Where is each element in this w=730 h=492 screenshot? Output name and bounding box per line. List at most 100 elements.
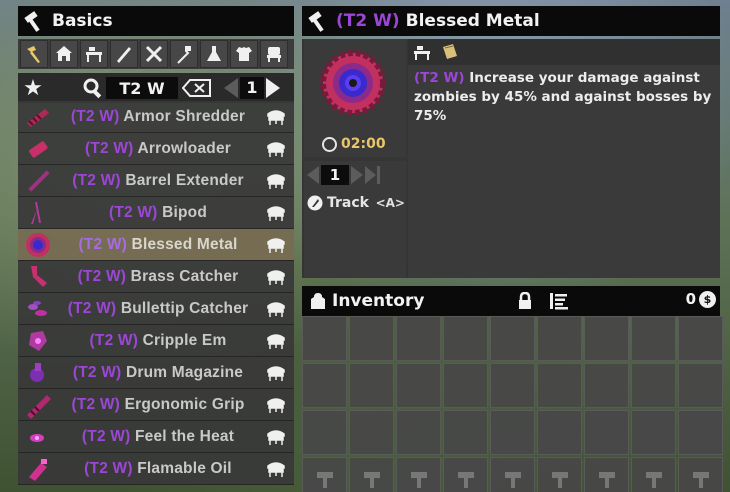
- qty-increase-button[interactable]: [351, 166, 363, 184]
- inventory-slot[interactable]: [584, 363, 629, 408]
- recipe-tier: (T2 W): [72, 363, 122, 381]
- recipe-row[interactable]: (T2 W) Drum Magazine: [18, 357, 294, 389]
- hammer-icon: [24, 11, 40, 32]
- category-science-button[interactable]: [200, 40, 228, 68]
- favorites-star-icon[interactable]: ★: [18, 76, 48, 101]
- recipe-row[interactable]: (T2 W) Bipod: [18, 197, 294, 229]
- qty-value[interactable]: 1: [321, 165, 349, 185]
- locked-slot-icon: [457, 471, 474, 488]
- inventory-slot[interactable]: [678, 316, 723, 361]
- inventory-slot[interactable]: [396, 316, 441, 361]
- locked-slot[interactable]: [302, 457, 347, 492]
- inventory-slot[interactable]: [678, 363, 723, 408]
- locked-slot[interactable]: [537, 457, 582, 492]
- inventory-slot[interactable]: [349, 316, 394, 361]
- inventory-slot[interactable]: [537, 363, 582, 408]
- recipe-tier: (T2 W): [109, 203, 158, 221]
- item-description: (T2 W) Increase your damage against zomb…: [408, 65, 720, 130]
- book-icon[interactable]: [440, 42, 460, 62]
- recipe-row[interactable]: (T2 W) Cripple Em: [18, 325, 294, 357]
- inventory-slot[interactable]: [584, 316, 629, 361]
- category-weapons-button[interactable]: [110, 40, 138, 68]
- category-food-button[interactable]: [170, 40, 198, 68]
- workbench-icon: [258, 428, 294, 446]
- recipe-name: (T2 W) Arrowloader: [58, 140, 258, 158]
- track-label: Track: [327, 195, 369, 211]
- recipe-row[interactable]: (T2 W) Arrowloader: [18, 133, 294, 165]
- workbench-icon[interactable]: [412, 42, 432, 62]
- recipe-list: (T2 W) Armor Shredder (T2 W) Arrowloader(…: [18, 101, 294, 485]
- locked-slot[interactable]: [584, 457, 629, 492]
- inventory-slot[interactable]: [490, 410, 535, 455]
- category-decor-button[interactable]: [260, 40, 288, 68]
- category-bar: [18, 39, 294, 69]
- recipe-tier: (T2 W): [67, 299, 117, 317]
- category-workstation-button[interactable]: [80, 40, 108, 68]
- inventory-slot[interactable]: [302, 410, 347, 455]
- recipe-name: (T2 W) Ergonomic Grip: [58, 396, 258, 414]
- recipe-row[interactable]: (T2 W) Brass Catcher: [18, 261, 294, 293]
- inventory-slot[interactable]: [537, 410, 582, 455]
- recipe-label: Brass Catcher: [130, 267, 239, 285]
- clear-search-icon[interactable]: [182, 78, 212, 98]
- qty-decrease-button[interactable]: [307, 166, 319, 184]
- locked-slot[interactable]: [631, 457, 676, 492]
- inventory-slot[interactable]: [302, 363, 347, 408]
- inventory-slot[interactable]: [631, 316, 676, 361]
- recipe-label: Feel the Heat: [135, 427, 235, 445]
- recipe-row[interactable]: (T2 W) Feel the Heat: [18, 421, 294, 453]
- locked-slot[interactable]: [396, 457, 441, 492]
- recipe-row[interactable]: (T2 W) Ergonomic Grip: [18, 389, 294, 421]
- inventory-slot[interactable]: [443, 316, 488, 361]
- inventory-title-bar: Inventory 0 $: [302, 286, 720, 316]
- inventory-slot[interactable]: [537, 316, 582, 361]
- inventory-slot[interactable]: [443, 363, 488, 408]
- inventory-slot[interactable]: [678, 410, 723, 455]
- locked-slot[interactable]: [443, 457, 488, 492]
- category-building-button[interactable]: [50, 40, 78, 68]
- inventory-slot[interactable]: [631, 410, 676, 455]
- page-next-button[interactable]: [266, 78, 280, 98]
- recipe-name: (T2 W) Brass Catcher: [58, 268, 258, 286]
- category-basics-button[interactable]: [20, 40, 48, 68]
- recipe-name: (T2 W) Cripple Em: [58, 332, 258, 350]
- sort-icon[interactable]: [548, 291, 570, 311]
- recipe-row[interactable]: (T2 W) Blessed Metal: [18, 229, 294, 261]
- recipe-name: (T2 W) Bipod: [58, 204, 258, 222]
- inventory-slot[interactable]: [302, 316, 347, 361]
- inventory-slot[interactable]: [490, 363, 535, 408]
- recipe-tier: (T2 W): [78, 235, 128, 253]
- recipe-name: (T2 W) Drum Magazine: [58, 364, 258, 382]
- qty-max-icon[interactable]: [365, 166, 381, 184]
- category-armor-button[interactable]: [230, 40, 258, 68]
- blessed-icon: [18, 230, 58, 260]
- inventory-slot[interactable]: [490, 316, 535, 361]
- inventory-slot[interactable]: [443, 410, 488, 455]
- quantity-stepper: 1: [307, 165, 381, 185]
- locked-slot[interactable]: [490, 457, 535, 492]
- track-button[interactable]: Track <A>: [307, 195, 405, 211]
- lock-icon[interactable]: [516, 292, 534, 310]
- locked-slot[interactable]: [678, 457, 723, 492]
- recipe-row[interactable]: (T2 W) Armor Shredder: [18, 101, 294, 133]
- recipe-tier: (T2 W): [81, 427, 131, 445]
- recipe-row[interactable]: (T2 W) Bullettip Catcher: [18, 293, 294, 325]
- recipe-row[interactable]: (T2 W) Flamable Oil: [18, 453, 294, 485]
- search-input[interactable]: [106, 77, 178, 99]
- inventory-slot[interactable]: [396, 363, 441, 408]
- inventory-slot[interactable]: [631, 363, 676, 408]
- page-prev-button[interactable]: [224, 78, 238, 98]
- inventory-slot[interactable]: [396, 410, 441, 455]
- locked-slot[interactable]: [349, 457, 394, 492]
- barrel-icon: [18, 166, 58, 196]
- inventory-slot[interactable]: [349, 363, 394, 408]
- category-tools-button[interactable]: [140, 40, 168, 68]
- recipe-tier: (T2 W): [85, 139, 134, 157]
- recipe-row[interactable]: (T2 W) Barrel Extender: [18, 165, 294, 197]
- recipe-detail-title-bar: (T2 W) Blessed Metal: [302, 6, 720, 36]
- heat-icon: [18, 422, 58, 452]
- inventory-slot[interactable]: [349, 410, 394, 455]
- shredder-icon: [18, 102, 58, 132]
- locked-slot-icon: [316, 471, 333, 488]
- inventory-slot[interactable]: [584, 410, 629, 455]
